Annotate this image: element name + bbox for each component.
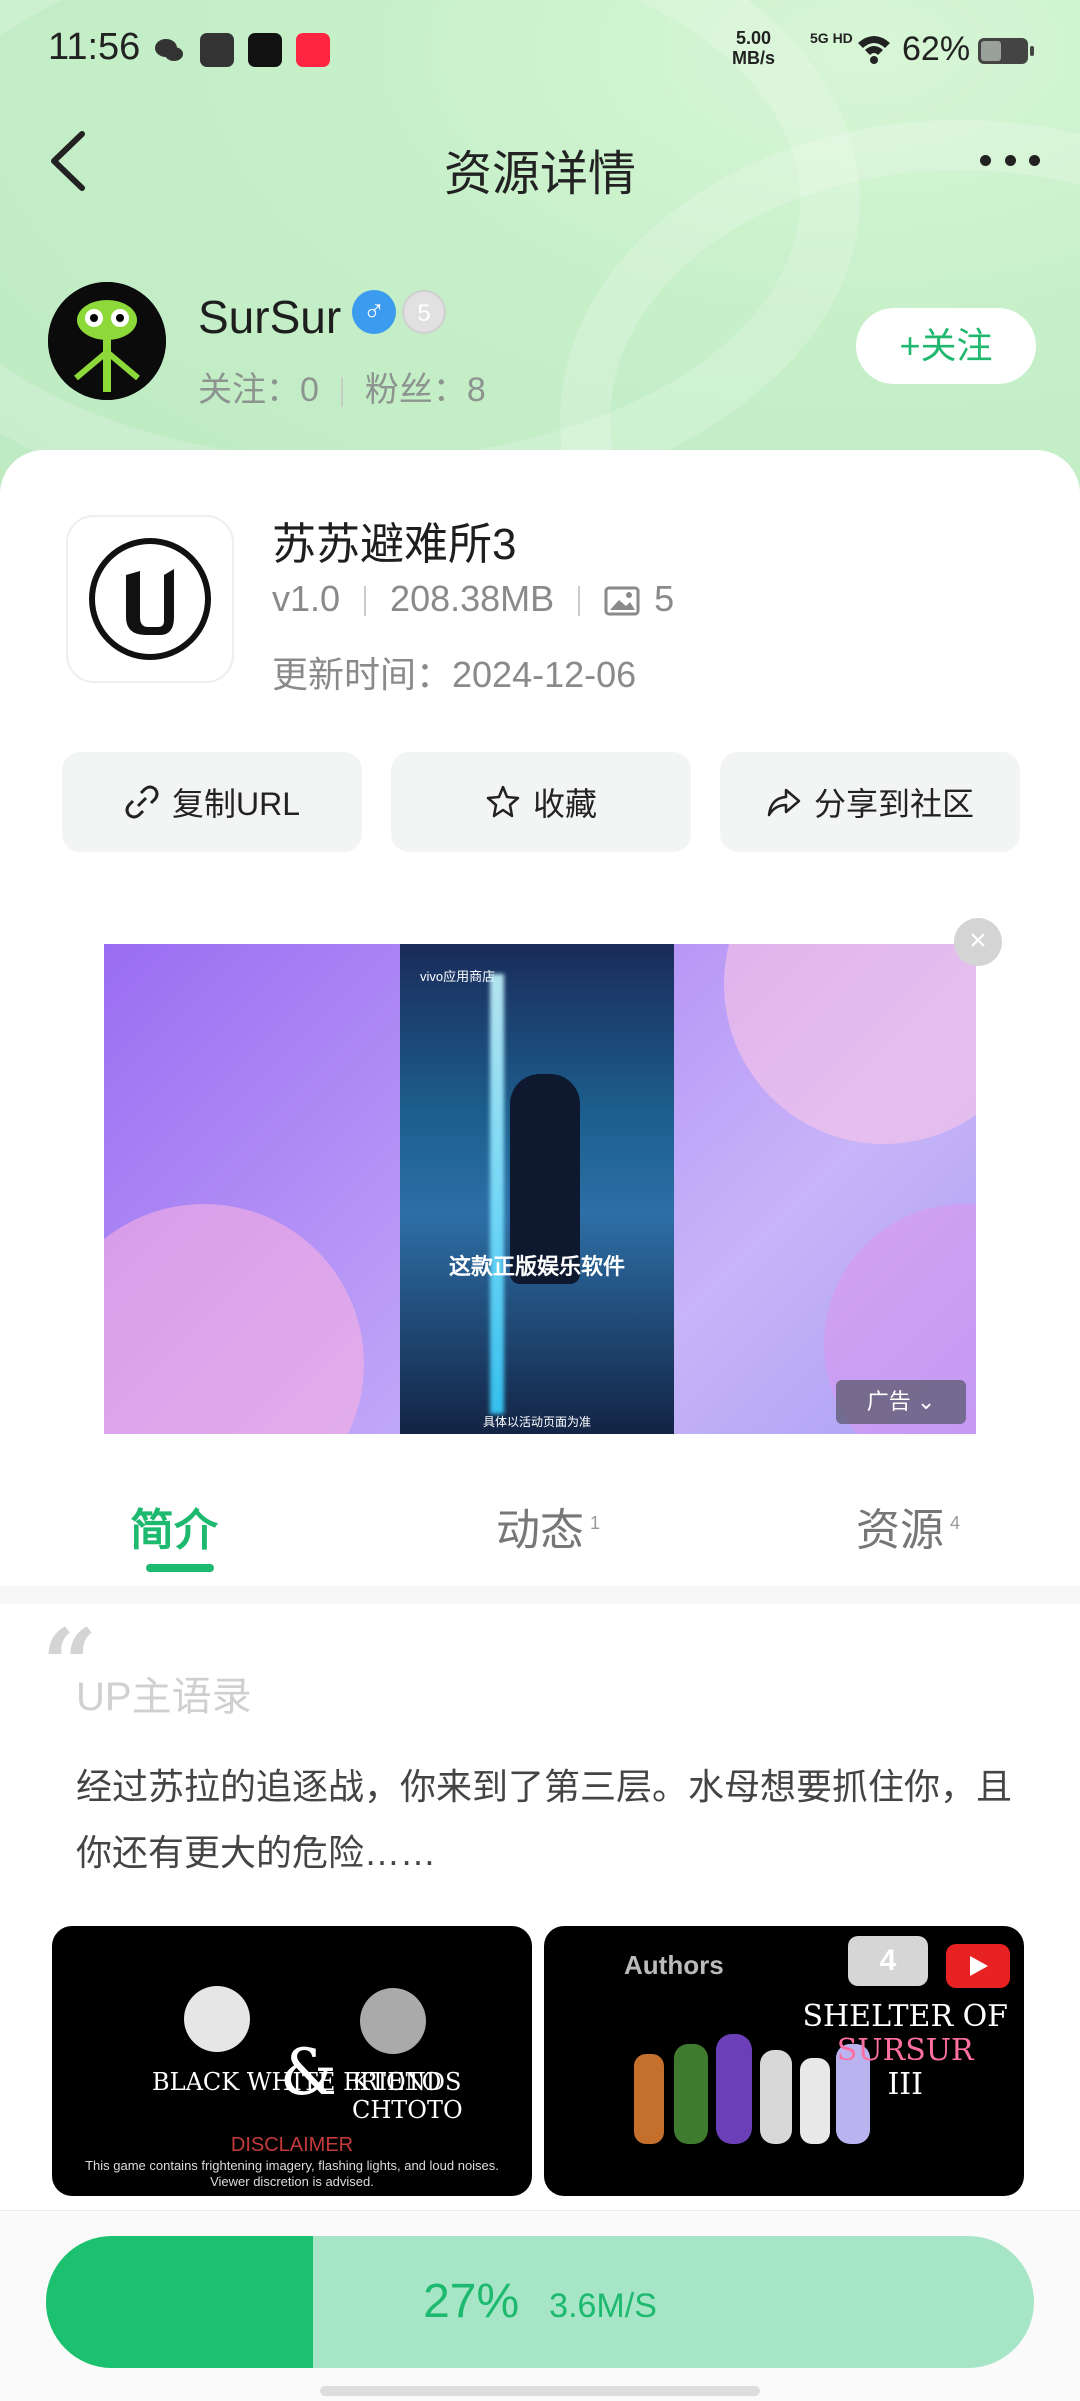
action-row: 复制URL 收藏 分享到社区: [62, 752, 1020, 854]
share-icon: [767, 788, 801, 817]
level-badge: 5: [402, 290, 446, 334]
fans-count: 8: [466, 371, 486, 409]
battery-percent: 62%: [902, 30, 971, 68]
intro-text: 经过苏拉的追逐战，你来到了第三层。水母想要抓住你，且你还有更大的危险……: [76, 1766, 1013, 1873]
resource-meta: v1.0 208.38MB 5: [272, 578, 674, 620]
ad-banner[interactable]: vivo应用商店 这款正版娱乐软件 具体以活动页面为准 广告 ⌄: [104, 944, 976, 1434]
close-icon[interactable]: ×: [954, 918, 1002, 966]
tab-bar: 简介 动态 1 资源 4: [0, 1450, 1080, 1580]
male-icon: ♂: [352, 290, 396, 334]
tab-resources[interactable]: 资源 4: [856, 1494, 960, 1558]
avatar[interactable]: [48, 282, 166, 400]
count-badge: 4: [848, 1936, 928, 1986]
active-tab-indicator: [146, 1564, 214, 1572]
author-stats: 关注：0 粉丝：8: [198, 362, 486, 411]
more-icon[interactable]: [980, 150, 1040, 170]
ad-video[interactable]: vivo应用商店 这款正版娱乐软件 具体以活动页面为准: [400, 944, 674, 1434]
battery-icon: [978, 38, 1034, 64]
following-label: 关注：: [198, 371, 300, 409]
following-count: 0: [300, 371, 319, 409]
wifi-icon: [858, 36, 890, 64]
follow-button[interactable]: +关注: [856, 308, 1036, 384]
favorite-button[interactable]: 收藏: [391, 752, 691, 852]
ad-brand: vivo应用商店: [420, 969, 496, 984]
ad-subcaption: 具体以活动页面为准: [482, 1415, 591, 1429]
image-icon: [604, 586, 640, 616]
fans-label: 粉丝：: [364, 371, 467, 409]
author-row: SurSur ♂ 5 关注：0 粉丝：8 +关注: [48, 282, 1036, 412]
capcut-icon: [248, 33, 282, 67]
link-icon: [125, 785, 159, 819]
xiaohongshu-icon: [296, 33, 330, 67]
download-progress-button[interactable]: 27% 3.6M/S: [46, 2236, 1034, 2368]
tab-intro[interactable]: 简介: [130, 1494, 218, 1558]
star-icon: [486, 785, 520, 818]
status-bar: 11:56 5.00 MB/s 5G HD 62%: [0, 0, 1080, 100]
resource-version: v1.0: [272, 578, 341, 619]
network-speed: 5.00 MB/s: [732, 28, 776, 68]
signal-indicator: 5G HD: [810, 30, 853, 46]
ad-tag[interactable]: 广告 ⌄: [836, 1380, 966, 1424]
youtube-icon: [946, 1944, 1010, 1988]
resource-size: 208.38MB: [390, 578, 555, 619]
notification-icons: [152, 33, 330, 67]
screenshot-thumbnail[interactable]: BLACK WHITE FRIENDS & KTOTO CHTOTO DISCL…: [52, 1926, 532, 2196]
section-divider: [0, 1586, 1080, 1604]
top-nav: 资源详情: [0, 110, 1080, 220]
status-time: 11:56: [48, 26, 141, 68]
image-count: 5: [654, 578, 675, 619]
download-speed: 3.6M/S: [549, 2287, 657, 2325]
ad-caption: 这款正版娱乐软件: [448, 1254, 625, 1279]
author-name[interactable]: SurSur: [198, 290, 341, 344]
share-to-community-button[interactable]: 分享到社区: [720, 752, 1020, 852]
message-icon: [200, 33, 234, 67]
tab-activity[interactable]: 动态 1: [496, 1494, 600, 1558]
download-percent: 27%: [423, 2275, 520, 2328]
update-time: 更新时间：2024-12-06: [272, 654, 637, 695]
copy-url-button[interactable]: 复制URL: [62, 752, 362, 852]
resource-title: 苏苏避难所3: [272, 520, 517, 569]
page-title: 资源详情: [443, 148, 636, 201]
wechat-icon: [152, 33, 186, 67]
resource-icon: [66, 515, 234, 683]
home-indicator[interactable]: [320, 2386, 760, 2396]
section-title: UP主语录: [76, 1675, 252, 1719]
screenshot-thumbnail[interactable]: Authors 4 SHELTER OF SURSUR III: [544, 1926, 1024, 2196]
